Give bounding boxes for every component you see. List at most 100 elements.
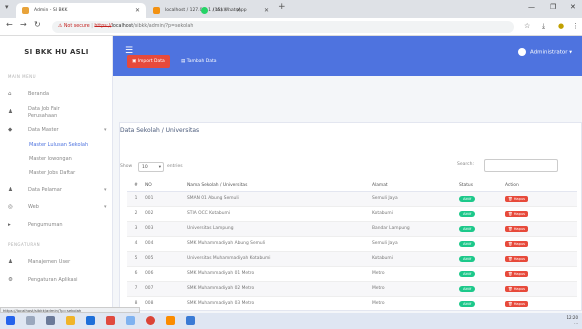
chrome-icon[interactable] [146, 316, 155, 325]
cell-action: 🗑 Hapus [505, 265, 577, 281]
chevron-down-icon: ▾ [158, 165, 161, 170]
bookmark-star-icon[interactable]: ☆ [524, 22, 530, 30]
status-badge[interactable]: Aktif [459, 240, 476, 247]
cell-index: 5 [127, 250, 145, 266]
add-data-button[interactable]: ▤ Tambah Data [176, 55, 222, 68]
cell-status: Aktif [459, 295, 505, 311]
menu-kebab-icon[interactable]: ⋮ [572, 22, 579, 30]
status-badge[interactable]: Aktif [459, 300, 476, 307]
app-icon[interactable] [166, 316, 175, 325]
add-label: Tambah Data [186, 59, 217, 64]
cell-index: 1 [127, 190, 145, 206]
app-icon[interactable] [106, 316, 115, 325]
sidebar-item-label: Beranda [28, 91, 50, 97]
delete-button[interactable]: 🗑 Hapus [505, 255, 529, 262]
delete-button[interactable]: 🗑 Hapus [505, 225, 529, 232]
cell-action: 🗑 Hapus [505, 280, 577, 296]
minimize-icon[interactable]: — [528, 3, 535, 11]
status-badge[interactable]: Aktif [459, 255, 476, 262]
cell-no: 001 [145, 190, 187, 206]
cell-nama: STIA OCC Kotabumi [187, 205, 372, 221]
users-icon: ♟ [8, 109, 13, 115]
status-badge[interactable]: Aktif [459, 285, 476, 292]
delete-button[interactable]: 🗑 Hapus [505, 270, 529, 277]
address-input[interactable]: ⚠ Not secure | https://localhost/sibkk/a… [52, 21, 514, 33]
card-title: Data Sekolah / Universitas [120, 127, 200, 134]
app-icon[interactable] [126, 316, 135, 325]
brand-title[interactable]: SI BKK HU ASLI [0, 36, 113, 68]
col-nama[interactable]: Nama Sekolah / Universitas [187, 180, 372, 192]
back-icon[interactable]: ← [6, 20, 13, 29]
delete-button[interactable]: 🗑 Hapus [505, 285, 529, 292]
import-label: Import Data [137, 59, 165, 64]
task-view-icon[interactable] [46, 316, 55, 325]
delete-button[interactable]: 🗑 Hapus [505, 195, 529, 202]
col-no[interactable]: NO [145, 180, 187, 192]
tab-whatsapp[interactable]: (15) WhatsApp ✕ [195, 3, 275, 18]
reload-icon[interactable]: ↻ [34, 20, 41, 29]
cell-alamat: Semuli Jaya [372, 235, 459, 251]
favicon-icon [22, 7, 29, 14]
system-tray[interactable]: 12:20 ... [566, 315, 578, 325]
sidebar-item-label: Pengaturan Aplikasi [28, 277, 78, 283]
submenu-lulusan-sekolah[interactable]: Master Lulusan Sekolah [29, 142, 88, 148]
delete-label: Hapus [513, 196, 526, 201]
table-row: 8 008 SMK Muhammadiyah 03 Metro Metro Aktif 🗑… [127, 295, 577, 311]
store-icon[interactable] [86, 316, 95, 325]
sidebar-item-label: Web [28, 204, 39, 210]
profile-icon[interactable]: ● [558, 22, 564, 30]
forward-icon[interactable]: → [20, 20, 27, 29]
close-window-icon[interactable]: ✕ [570, 3, 576, 11]
chevron-down-icon: ▾ [104, 127, 107, 133]
chevron-down-icon: ▾ [104, 204, 107, 210]
tab-admin[interactable]: Admin - SI BKK ✕ [16, 3, 146, 18]
new-tab-button[interactable]: + [278, 2, 286, 12]
col-alamat[interactable]: Alamat [372, 180, 459, 192]
search-icon[interactable] [26, 316, 35, 325]
tab-search-icon[interactable]: ▾ [5, 3, 9, 11]
cell-no: 003 [145, 220, 187, 236]
tab-title: (15) WhatsApp [213, 8, 247, 13]
chevron-down-icon: ▾ [104, 187, 107, 193]
col-action[interactable]: Action [505, 180, 577, 192]
search-input[interactable] [484, 159, 558, 172]
sidebar: SI BKK HU ASLI MAIN MENU ⌂ Beranda ♟ Dat… [0, 36, 113, 311]
user-dropdown[interactable]: Administrator ▾ [517, 48, 572, 56]
submenu-lowongan[interactable]: Master lowongan [29, 156, 72, 162]
download-icon[interactable]: ⤓ [542, 22, 545, 31]
entries-select[interactable]: 10 ▾ [138, 162, 164, 172]
status-badge[interactable]: Aktif [459, 210, 476, 217]
col-status[interactable]: Status [459, 180, 505, 192]
windows-taskbar: 12:20 ... [0, 313, 582, 329]
cell-alamat: Metro [372, 280, 459, 296]
status-badge[interactable]: Aktif [459, 270, 476, 277]
cell-no: 002 [145, 205, 187, 221]
delete-label: Hapus [513, 226, 526, 231]
submenu-jobs-daftar[interactable]: Master Jobs Daftar [29, 170, 75, 176]
delete-button[interactable]: 🗑 Hapus [505, 240, 529, 247]
app-icon[interactable] [186, 316, 195, 325]
section-settings-label: PENGATURAN [8, 242, 41, 247]
show-label: Show [120, 164, 133, 169]
close-tab-icon[interactable]: ✕ [135, 3, 140, 18]
cell-index: 6 [127, 265, 145, 281]
cell-index: 7 [127, 280, 145, 296]
close-tab-icon[interactable]: ✕ [264, 3, 269, 18]
user-name: Administrator [529, 49, 568, 56]
col-index[interactable]: # [127, 180, 145, 192]
address-bar-row: ← → ↻ ⚠ Not secure | https://localhost/s… [0, 18, 582, 36]
restore-icon[interactable]: ❐ [550, 3, 556, 11]
file-explorer-icon[interactable] [66, 316, 75, 325]
status-badge[interactable]: Aktif [459, 195, 476, 202]
whatsapp-icon [201, 7, 208, 14]
delete-button[interactable]: 🗑 Hapus [505, 210, 529, 217]
cell-nama: Universitas Lampung [187, 220, 372, 236]
start-icon[interactable] [6, 316, 15, 325]
cell-no: 006 [145, 265, 187, 281]
status-badge[interactable]: Aktif [459, 225, 476, 232]
cell-nama: SMK Muhammadiyah 03 Metro [187, 295, 372, 311]
import-data-button[interactable]: ▣ Import Data [127, 55, 170, 68]
delete-button[interactable]: 🗑 Hapus [505, 300, 529, 307]
cell-status: Aktif [459, 190, 505, 206]
security-text: Not secure [63, 24, 90, 29]
